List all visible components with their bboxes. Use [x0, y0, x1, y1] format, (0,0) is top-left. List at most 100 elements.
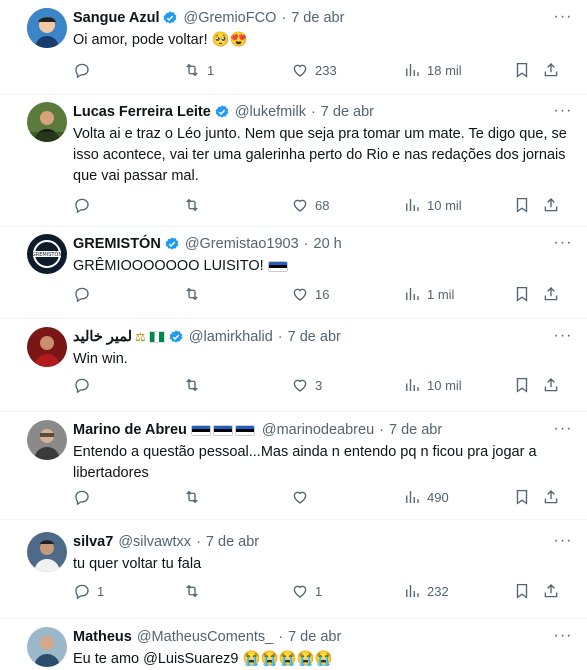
like-button[interactable]: 233 [291, 61, 337, 79]
reply-icon [73, 488, 91, 506]
reply-icon [73, 582, 91, 600]
views-icon [403, 488, 421, 506]
like-count: 16 [315, 286, 330, 302]
like-button[interactable]: 68 [291, 196, 329, 214]
bookmark-icon [513, 285, 531, 303]
tweet-date[interactable]: 7 de abr [291, 8, 344, 28]
views-icon [403, 196, 421, 214]
more-icon[interactable]: ··· [553, 328, 573, 349]
more-icon[interactable]: ··· [553, 235, 573, 256]
bookmark-button[interactable] [513, 285, 531, 303]
author-handle[interactable]: @GremioFCO [183, 8, 276, 28]
view-count: 10 mil [427, 197, 462, 213]
tweet-header: GREMISTÓN @Gremistao1903 · 20 h [73, 234, 573, 254]
tweet[interactable]: Matheus @MatheusComents_ · 7 de abr Eu t… [0, 619, 587, 667]
tweet-text-row: GRÊMIOOOOOOO LUISITO! [73, 256, 573, 277]
more-icon[interactable]: ··· [553, 421, 573, 442]
author-name[interactable]: Lucas Ferreira Leite [73, 102, 211, 122]
reply-button[interactable]: 1 [73, 582, 104, 600]
views-button[interactable]: 18 mil [403, 61, 462, 79]
share-button[interactable] [542, 61, 560, 79]
views-icon [403, 376, 421, 394]
retweet-button[interactable]: 1 [183, 61, 214, 79]
share-button[interactable] [542, 488, 560, 506]
retweet-button[interactable] [183, 196, 207, 214]
author-handle[interactable]: @marinodeabreu [262, 420, 374, 440]
tweet[interactable]: لمير خاليد ⚖ @lamirkhalid · 7 de abr Win… [0, 319, 587, 412]
tweet[interactable]: Lucas Ferreira Leite @lukefmilk · 7 de a… [0, 95, 587, 227]
retweet-button[interactable] [183, 488, 207, 506]
tweet[interactable]: silva7 @silvawtxx · 7 de abr tu quer vol… [0, 520, 587, 619]
tweet-date[interactable]: 20 h [314, 234, 342, 254]
bookmark-button[interactable] [513, 488, 531, 506]
like-button[interactable]: 1 [291, 582, 322, 600]
reply-button[interactable] [73, 196, 97, 214]
separator: · [281, 10, 287, 26]
avatar[interactable] [27, 627, 67, 667]
author-handle[interactable]: @Gremistao1903 [185, 234, 299, 254]
verified-icon [214, 104, 230, 120]
more-icon[interactable]: ··· [553, 533, 573, 554]
like-icon [291, 488, 309, 506]
author-name[interactable]: Marino de Abreu [73, 420, 187, 440]
views-button[interactable]: 10 mil [403, 196, 462, 214]
bookmark-icon [513, 488, 531, 506]
reply-button[interactable] [73, 285, 97, 303]
share-button[interactable] [542, 582, 560, 600]
avatar[interactable] [27, 327, 67, 367]
tweet[interactable]: GREMISTÓN GREMISTÓN @Gremistao1903 · 20 … [0, 227, 587, 319]
views-button[interactable]: 10 mil [403, 376, 462, 394]
bookmark-button[interactable] [513, 61, 531, 79]
views-button[interactable]: 232 [403, 582, 449, 600]
retweet-icon [183, 196, 201, 214]
tweet-date[interactable]: 7 de abr [288, 327, 341, 347]
tweet[interactable]: Marino de Abreu @marinodeabreu · 7 de ab… [0, 412, 587, 520]
avatar[interactable] [27, 8, 67, 48]
more-icon[interactable]: ··· [553, 103, 573, 124]
share-icon [542, 285, 560, 303]
author-name[interactable]: silva7 [73, 532, 113, 552]
author-handle[interactable]: @MatheusComents_ [137, 627, 273, 647]
views-button[interactable]: 490 [403, 488, 449, 506]
tweet-date[interactable]: 7 de abr [389, 420, 442, 440]
avatar[interactable] [27, 102, 67, 142]
separator: · [196, 534, 201, 550]
tweet-text: Win win. [73, 351, 128, 367]
tweet-date[interactable]: 7 de abr [321, 102, 374, 122]
share-button[interactable] [542, 196, 560, 214]
bookmark-button[interactable] [513, 582, 531, 600]
author-name[interactable]: GREMISTÓN [73, 234, 161, 254]
separator: · [277, 329, 283, 345]
author-name[interactable]: لمير خاليد [73, 327, 132, 347]
like-button[interactable]: 3 [291, 376, 322, 394]
like-button[interactable]: 16 [291, 285, 329, 303]
view-count: 490 [427, 489, 449, 505]
reply-icon [73, 61, 91, 79]
share-button[interactable] [542, 376, 560, 394]
avatar[interactable]: GREMISTÓN [27, 234, 67, 274]
author-handle[interactable]: @silvawtxx [118, 532, 191, 552]
reply-button[interactable] [73, 488, 97, 506]
tweet[interactable]: Sangue Azul @GremioFCO · 7 de abr Oi amo… [0, 0, 587, 95]
tweet-date[interactable]: 7 de abr [206, 532, 259, 552]
retweet-button[interactable] [183, 582, 207, 600]
views-button[interactable]: 1 mil [403, 285, 454, 303]
author-name[interactable]: Sangue Azul [73, 8, 159, 28]
more-icon[interactable]: ··· [553, 628, 573, 649]
bookmark-button[interactable] [513, 196, 531, 214]
author-handle[interactable]: @lamirkhalid [189, 327, 273, 347]
reply-button[interactable] [73, 376, 97, 394]
avatar[interactable] [27, 532, 67, 572]
tweet-date[interactable]: 7 de abr [288, 627, 341, 647]
retweet-button[interactable] [183, 376, 207, 394]
share-button[interactable] [542, 285, 560, 303]
retweet-button[interactable] [183, 285, 207, 303]
author-handle[interactable]: @lukefmilk [235, 102, 306, 122]
author-name[interactable]: Matheus [73, 627, 132, 647]
bookmark-button[interactable] [513, 376, 531, 394]
reply-button[interactable] [73, 61, 97, 79]
like-button[interactable] [291, 488, 315, 506]
tweet-text: Eu te amo @LuisSuarez9 😭😭😭😭😭 [73, 651, 333, 667]
avatar[interactable] [27, 420, 67, 460]
more-icon[interactable]: ··· [553, 9, 573, 30]
